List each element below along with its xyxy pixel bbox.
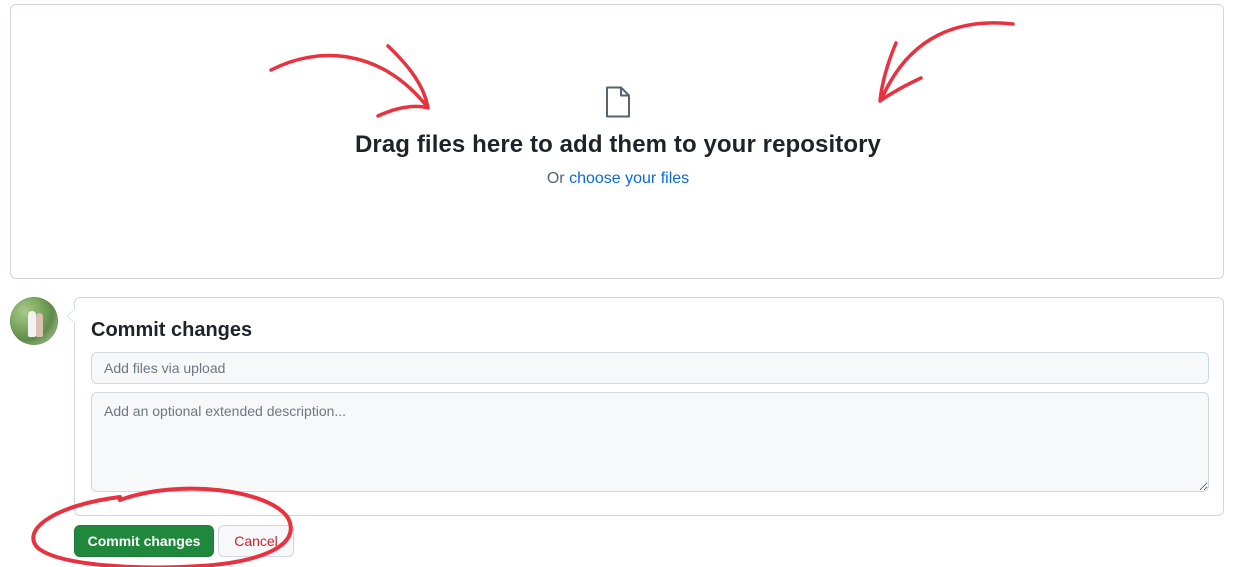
commit-description-input[interactable] — [91, 392, 1209, 492]
choose-files-link[interactable]: choose your files — [569, 170, 689, 187]
or-text: Or — [546, 170, 570, 187]
file-icon — [606, 86, 630, 118]
avatar-figure — [28, 311, 36, 337]
avatar[interactable] — [10, 297, 58, 345]
avatar-figure — [36, 313, 43, 337]
dropzone-subtitle: Or choose your files — [0, 170, 1236, 188]
commit-changes-button[interactable]: Commit changes — [74, 525, 214, 557]
commit-heading: Commit changes — [91, 319, 253, 341]
commit-panel: Commit changes — [67, 297, 1224, 516]
cancel-button[interactable]: Cancel — [218, 525, 294, 557]
dropzone-title: Drag files here to add them to your repo… — [354, 131, 882, 158]
panel-pointer-inner — [68, 309, 75, 323]
commit-summary-input[interactable] — [91, 352, 1209, 384]
